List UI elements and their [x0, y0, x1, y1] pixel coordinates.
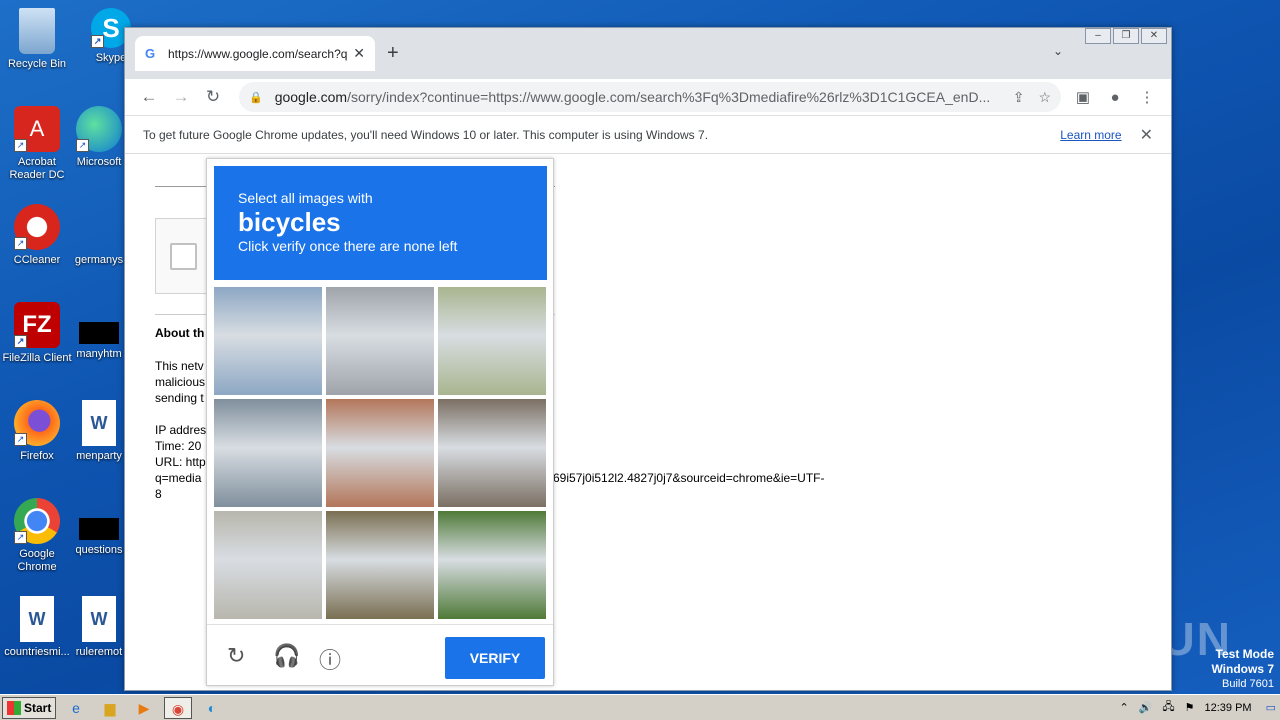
action-center-flag-icon[interactable]: ⚑ [1185, 701, 1195, 714]
forward-icon[interactable]: → [165, 87, 197, 107]
challenge-header: Select all images with bicycles Click ve… [214, 166, 547, 280]
captcha-image-tile[interactable] [438, 511, 546, 619]
taskbar: Start e ▆ ▶ ◉ ◐ ⌃ 🔊 🖧 ⚑ 12:39 PM ▭ [0, 694, 1280, 720]
google-favicon-icon: G [145, 45, 156, 61]
challenge-footer: ↻ 🎧 ⓘ VERIFY [207, 624, 553, 686]
volume-icon[interactable]: 🔊 [1139, 701, 1153, 714]
show-desktop-icon[interactable]: ▭ [1266, 701, 1276, 714]
captcha-image-tile[interactable] [326, 511, 434, 619]
start-label: Start [24, 700, 52, 715]
file-icon [76, 204, 122, 250]
captcha-image-tile[interactable] [214, 399, 322, 507]
chrome-taskbar-icon[interactable]: ◉ [164, 696, 192, 719]
captcha-image-tile[interactable] [214, 287, 322, 395]
profile-avatar-icon[interactable]: ● [1099, 89, 1131, 106]
word-document-icon: W [20, 596, 54, 642]
browser-tab[interactable]: G https://www.google.com/search?q= ✕ [135, 36, 375, 71]
chrome-icon: ↗ [14, 498, 60, 544]
network-icon[interactable]: 🖧 [1162, 698, 1174, 717]
desktop-icon-recycle-bin[interactable]: Recycle Bin [0, 8, 74, 71]
new-tab-button[interactable]: + [387, 42, 399, 65]
captcha-image-tile[interactable] [438, 287, 546, 395]
url-text[interactable]: google.com/sorry/index?continue=https://… [275, 89, 999, 105]
reload-challenge-icon[interactable]: ↻ [227, 643, 245, 669]
info-icon[interactable]: ⓘ [319, 643, 341, 675]
windows-flag-icon [7, 700, 21, 715]
image-grid [214, 287, 547, 619]
verify-button[interactable]: VERIFY [445, 637, 545, 679]
test-mode-notice: Test Mode Windows 7 Build 7601 [1211, 647, 1274, 692]
menu-kebab-icon[interactable]: ⋮ [1131, 88, 1163, 106]
word-document-icon: W [82, 400, 116, 446]
audio-challenge-icon[interactable]: 🎧 [273, 643, 300, 669]
challenge-keyword: bicycles [238, 207, 341, 237]
url-host: google.com [274, 89, 348, 105]
captcha-image-tile[interactable] [326, 399, 434, 507]
system-tray: ⌃ 🔊 🖧 ⚑ 12:39 PM ▭ [1119, 695, 1280, 720]
filezilla-icon: FZ ↗ [14, 302, 60, 348]
file-icon [79, 322, 119, 344]
reload-icon[interactable]: ↻ [197, 87, 229, 107]
address-bar[interactable]: 🔒 google.com/sorry/index?continue=https:… [239, 82, 1061, 112]
recycle-bin-icon [19, 8, 55, 54]
test-mode-line2: Windows 7 [1211, 662, 1274, 676]
minimize-button[interactable]: – [1085, 28, 1111, 44]
test-mode-line3: Build 7601 [1222, 678, 1274, 690]
media-player-icon[interactable]: ▶ [130, 697, 158, 719]
url-tail: 69i57j0i512l2.4827j0j7&sourceid=chrome&i… [553, 471, 825, 485]
desktop-icon-label: Recycle Bin [7, 58, 67, 70]
captcha-image-tile[interactable] [438, 399, 546, 507]
clock[interactable]: 12:39 PM [1205, 702, 1252, 714]
internet-explorer-icon[interactable]: e [62, 697, 90, 719]
infobar-close-icon[interactable]: ✕ [1140, 125, 1153, 145]
edge-icon: ↗ [76, 106, 122, 152]
side-panel-icon[interactable]: ▣ [1067, 88, 1099, 106]
edge-taskbar-icon[interactable]: ◐ [198, 697, 226, 719]
update-infobar: To get future Google Chrome updates, you… [125, 116, 1171, 154]
lock-icon: 🔒 [249, 91, 263, 104]
test-mode-line1: Test Mode [1215, 647, 1274, 661]
infobar-message: To get future Google Chrome updates, you… [143, 127, 709, 142]
tab-title: https://www.google.com/search?q= [168, 46, 348, 61]
recaptcha-checkbox[interactable] [170, 243, 197, 270]
file-explorer-icon[interactable]: ▆ [96, 697, 124, 719]
window-controls: – ❐ ✕ [1083, 28, 1167, 44]
firefox-icon: ↗ [14, 400, 60, 446]
tray-expand-icon[interactable]: ⌃ [1119, 701, 1128, 714]
browser-toolbar: ← → ↻ 🔒 google.com/sorry/index?continue=… [125, 79, 1171, 116]
word-document-icon: W [82, 596, 116, 642]
url-path: /sorry/index?continue=https://www.google… [347, 89, 991, 105]
captcha-image-tile[interactable] [326, 287, 434, 395]
captcha-image-tile[interactable] [214, 511, 322, 619]
tab-search-chevron-icon[interactable]: ⌄ [1053, 44, 1063, 58]
close-window-button[interactable]: ✕ [1141, 28, 1167, 44]
start-button[interactable]: Start [2, 696, 56, 719]
file-icon [79, 518, 119, 540]
toolbar-actions: ▣ ● ⋮ [1067, 88, 1163, 107]
recaptcha-challenge: Select all images with bicycles Click ve… [206, 158, 554, 686]
acrobat-icon: A ↗ [14, 106, 60, 152]
tab-close-icon[interactable]: ✕ [353, 45, 365, 62]
learn-more-link[interactable]: Learn more [1060, 128, 1121, 142]
challenge-instruction: Select all images with [238, 190, 373, 206]
back-icon[interactable]: ← [133, 87, 165, 107]
maximize-button[interactable]: ❐ [1113, 28, 1139, 44]
about-heading: About th [155, 326, 205, 340]
bookmark-star-icon[interactable]: ☆ [1038, 89, 1051, 106]
challenge-subtext: Click verify once there are none left [238, 238, 458, 254]
tab-strip: G https://www.google.com/search?q= ✕ + ⌄… [125, 28, 1171, 79]
ccleaner-icon: ↗ [14, 204, 60, 250]
share-icon[interactable]: ⇪ [1013, 89, 1025, 106]
